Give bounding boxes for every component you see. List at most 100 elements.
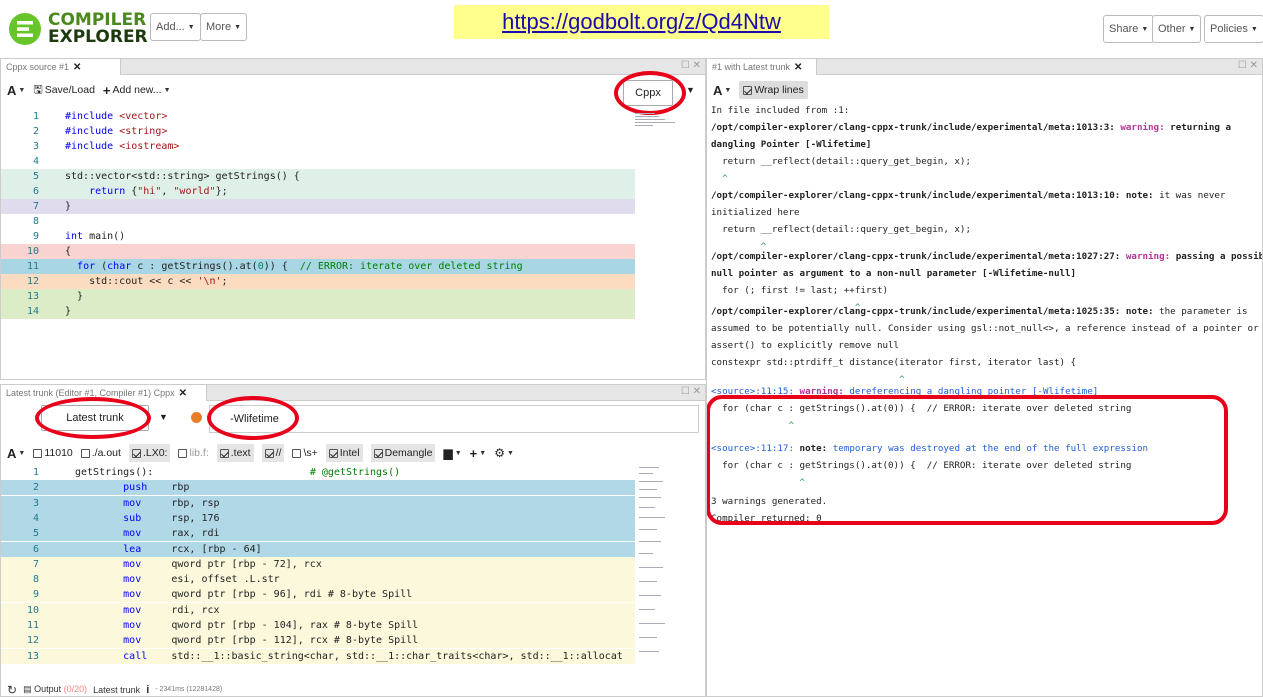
tab-cppx-source[interactable]: Cppx source #1 ✕ [1,59,121,75]
share-menu-label: Share [1109,23,1139,35]
editor-minimap[interactable] [635,111,687,141]
filter-option[interactable]: .LX0: [128,444,171,462]
asm-opcode: mov [75,604,142,616]
code-editor[interactable]: 1 #include <vector> 2 #include <string> 3 #in… [1,109,641,339]
asm-text: mov rbp, rsp [75,496,220,511]
filter-option-label: lib.f: [189,447,209,459]
more-menu-label: More [206,21,232,33]
gear-icon: ⚙ [494,446,505,460]
editor-line[interactable]: 13 } [1,289,635,304]
other-menu-button[interactable]: Other ▼ [1152,15,1202,43]
asm-operands: rsp, 176 [141,512,220,524]
asm-opcode: getStrings(): [75,467,154,478]
editor-line[interactable]: 3 #include <iostream> [1,139,635,154]
asm-line[interactable]: 5 mov rax, rdi [1,526,635,542]
checkbox-icon [328,448,338,458]
editor-line[interactable]: 10 { [1,244,635,259]
editor-line[interactable]: 8 [1,214,635,229]
asm-line[interactable]: 7 mov qword ptr [rbp - 72], rcx [1,556,635,572]
close-icon[interactable]: ✕ [179,388,187,399]
add-menu-button[interactable]: Add... ▼ [150,13,201,41]
asm-text: getStrings(): # @getStrings() [75,465,400,480]
save-load-button[interactable]: 🖫 Save/Load [33,81,95,100]
wrap-lines-toggle[interactable]: Wrap lines [739,81,808,99]
filter-option[interactable]: \s+ [292,447,318,459]
asm-operands: # @getStrings() [153,467,401,478]
output-line: assert() to explicitly remove null [711,340,900,351]
share-url-link[interactable]: https://godbolt.org/z/Qd4Ntw [502,9,781,35]
compiler-caret-icon[interactable]: ▼ [159,412,168,422]
compiler-font-size-button[interactable]: A ▼ [7,446,25,461]
filter-option[interactable]: .text [216,444,254,462]
asm-line[interactable]: 2 push rbp [1,480,635,496]
asm-line[interactable]: 12 mov qword ptr [rbp - 112], rcx # 8-by… [1,633,635,649]
pane-window-icons[interactable]: ☐ ✕ [1238,60,1258,71]
asm-line[interactable]: 11 mov qword ptr [rbp - 104], rax # 8-by… [1,618,635,633]
caret-down-icon: ▼ [1250,25,1258,33]
editor-line[interactable]: 14} [1,304,635,319]
assembly-output[interactable]: 1 getStrings(): # @getStrings() 2 push rbp… [1,465,641,665]
asm-line[interactable]: 1 getStrings(): # @getStrings() [1,465,635,480]
asm-line[interactable]: 8 mov esi, offset .L.str [1,572,635,588]
asm-line[interactable]: 10 mov rdi, rcx [1,602,635,618]
asm-opcode: push [75,482,148,494]
refresh-icon[interactable]: ↻ [7,683,17,697]
assembly-minimap[interactable] [639,463,691,663]
share-url-banner[interactable]: https://godbolt.org/z/Qd4Ntw [454,5,829,39]
compiler-output-text: In file included from :1: /opt/compiler-e… [707,103,1262,603]
editor-line[interactable]: 9 int main() [1,229,635,244]
share-menu-button[interactable]: Share ▼ [1103,15,1155,43]
add-new-button[interactable]: + Add new... ▼ [103,83,171,98]
editor-line[interactable]: 11 for (char c : getStrings().at(0)) { /… [1,259,635,274]
filter-option[interactable]: // [261,444,285,462]
asm-line[interactable]: 3 mov rbp, rsp [1,495,635,511]
output-font-size-button[interactable]: A ▼ [713,83,731,98]
asm-line[interactable]: 6 lea rcx, [rbp - 64] [1,541,635,557]
asm-opcode: sub [75,512,142,524]
asm-line[interactable]: 9 mov qword ptr [rbp - 96], rdi # 8-byte… [1,587,635,603]
font-size-button[interactable]: A ▼ [7,83,25,98]
checkbox-icon [80,448,90,458]
language-caret-icon[interactable]: ▼ [686,85,695,95]
logo-text-bottom: EXPLORER [48,27,148,47]
asm-line[interactable]: 13 call std::__1::basic_string<char, std… [1,648,635,664]
editor-line[interactable]: 2 #include <string> [1,124,635,139]
caret-down-icon: ▼ [454,449,462,457]
output-line: initialized here [711,207,800,218]
caret-down-icon: ▼ [506,449,514,457]
asm-operands: rbp [147,482,190,494]
add-menu-label: Add... [156,21,185,33]
more-menu-button[interactable]: More ▼ [200,13,247,41]
settings-button[interactable]: ⚙ ▼ [494,446,514,460]
pane-window-icons[interactable]: ☐ ✕ [681,60,701,71]
top-navbar: COMPILER EXPLORER Add... ▼ More ▼ https://… [0,0,1263,58]
editor-line[interactable]: 4 [1,154,635,169]
filter-option[interactable]: Demangle [370,444,436,462]
pane-window-icons[interactable]: ☐ ✕ [681,386,701,397]
info-icon[interactable]: i [146,684,149,696]
editor-line[interactable]: 12 std::cout << c << '\n'; [1,274,635,289]
editor-line[interactable]: 6 return {"hi", "world"}; [1,184,635,199]
policies-menu-button[interactable]: Policies ▼ [1204,15,1263,43]
filter-option[interactable]: ./a.out [80,447,121,459]
filter-option-label: Demangle [384,447,433,459]
line-number: 5 [32,171,39,182]
add-tool-button[interactable]: + ▼ [470,446,487,461]
editor-line[interactable]: 1 #include <vector> [1,109,635,124]
close-icon[interactable]: ✕ [73,62,81,73]
asm-line[interactable]: 4 sub rsp, 176 [1,510,635,526]
filter-option[interactable]: Intel [325,444,363,462]
libraries-button[interactable]: ▆ ▼ [443,446,461,460]
editor-line[interactable]: 5 std::vector<std::string> getStrings() { [1,169,635,184]
filter-option[interactable]: 11010 [33,447,73,459]
wrap-lines-label: Wrap lines [754,84,804,96]
close-icon[interactable]: ✕ [794,62,802,73]
filter-option[interactable]: lib.f: [178,447,209,459]
output-button[interactable]: ▤ Output (0/20) [23,684,87,695]
tab-output[interactable]: #1 with Latest trunk ✕ [707,59,817,75]
compiler-explorer-logo[interactable]: COMPILER EXPLORER [8,6,148,52]
asm-operands: rbp, rsp [141,497,220,509]
caret-down-icon: ▼ [234,23,241,31]
editor-line[interactable]: 7} [1,199,635,214]
caret-down-icon: ▼ [18,86,26,94]
